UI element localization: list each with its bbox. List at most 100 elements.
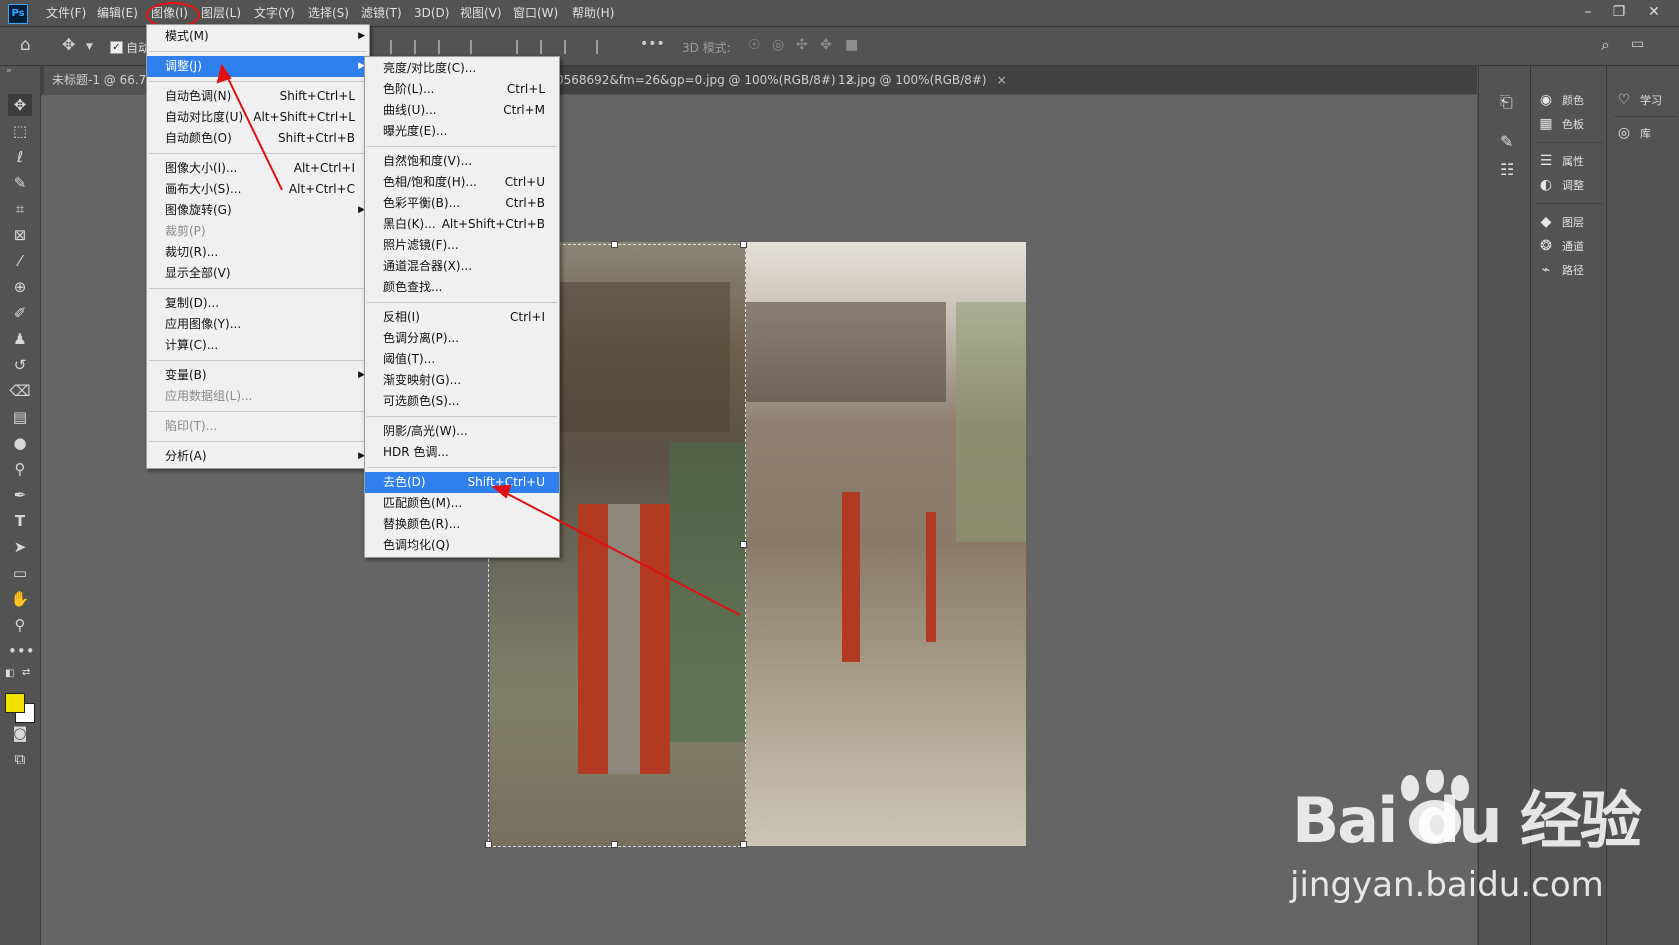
menu-window[interactable]: 窗口(W): [513, 4, 558, 22]
move-tool-icon[interactable]: ✥: [62, 35, 75, 54]
collapse-toolbar-icon[interactable]: »: [6, 66, 12, 76]
menu-item[interactable]: 计算(C)...: [147, 335, 369, 356]
zoom-tool[interactable]: ⚲: [8, 614, 32, 636]
crop-tool[interactable]: ⌗: [8, 198, 32, 220]
camera-3d-icon[interactable]: ■: [845, 37, 858, 53]
pen-tool[interactable]: ✒: [8, 484, 32, 506]
menu-item[interactable]: 替换颜色(R)...: [365, 514, 559, 535]
menu-item[interactable]: HDR 色调...: [365, 442, 559, 463]
menu-item[interactable]: 照片滤镜(F)...: [365, 235, 559, 256]
panel-adjustments[interactable]: ◐ 调整: [1536, 173, 1604, 197]
menu-item[interactable]: 黑白(K)... Alt+Shift+Ctrl+B: [365, 214, 559, 235]
gradient-tool[interactable]: ▤: [8, 406, 32, 428]
align-bottom-icon[interactable]: [564, 40, 580, 54]
panel-channels[interactable]: ❂ 通道: [1536, 234, 1604, 258]
path-select-tool[interactable]: ➤: [8, 536, 32, 558]
menu-item[interactable]: 变量(B) ▶: [147, 365, 369, 386]
menu-item[interactable]: 分析(A) ▶: [147, 446, 369, 467]
blur-tool[interactable]: ●: [8, 432, 32, 454]
more-options-icon[interactable]: •••: [640, 36, 665, 52]
menu-item[interactable]: 画布大小(S)... Alt+Ctrl+C: [147, 179, 369, 200]
menu-item[interactable]: 自动颜色(O) Shift+Ctrl+B: [147, 128, 369, 149]
menu-item[interactable]: 自动色调(N) Shift+Ctrl+L: [147, 86, 369, 107]
panel-properties[interactable]: ☰ 属性: [1536, 149, 1604, 173]
tab-close-icon[interactable]: ×: [997, 73, 1007, 87]
tab-image-1[interactable]: 0568692&fm=26&gp=0.jpg @ 100%(RGB/8#) ×: [548, 66, 864, 94]
menu-select[interactable]: 选择(S): [308, 4, 349, 22]
menu-item[interactable]: 调整(J) ▶: [147, 56, 369, 77]
lasso-tool[interactable]: ℓ: [8, 146, 32, 168]
more-tools-icon[interactable]: •••: [8, 640, 35, 662]
menu-item[interactable]: 反相(I) Ctrl+I: [365, 307, 559, 328]
menu-item[interactable]: 曝光度(E)...: [365, 121, 559, 142]
workspace-icon[interactable]: ▭: [1631, 36, 1644, 52]
panel-color[interactable]: ◉ 颜色: [1536, 88, 1604, 112]
menu-item[interactable]: 模式(M) ▶: [147, 26, 369, 47]
type-tool[interactable]: T: [8, 510, 32, 532]
auto-select-checkbox[interactable]: ✓: [110, 41, 123, 54]
menu-type[interactable]: 文字(Y): [254, 4, 295, 22]
minimize-button[interactable]: –: [1574, 2, 1602, 22]
tab-untitled[interactable]: 未标题-1 @ 66.7: [44, 66, 155, 94]
search-icon[interactable]: ⌕: [1601, 35, 1610, 55]
eyedropper-tool[interactable]: ⁄: [8, 250, 32, 272]
menu-item[interactable]: 图像大小(I)... Alt+Ctrl+I: [147, 158, 369, 179]
frame-tool[interactable]: ⊠: [8, 224, 32, 246]
orbit-3d-icon[interactable]: ☉: [748, 37, 761, 53]
menu-item[interactable]: 阈值(T)...: [365, 349, 559, 370]
swap-colors-icon[interactable]: ⇄: [22, 667, 30, 678]
panel-learn[interactable]: ♡ 学习: [1614, 88, 1678, 112]
menu-3d[interactable]: 3D(D): [414, 4, 449, 22]
distribute-icon[interactable]: [470, 40, 486, 54]
menu-item[interactable]: 色调分离(P)...: [365, 328, 559, 349]
foreground-color-swatch[interactable]: [5, 693, 25, 713]
quick-select-tool[interactable]: ✎: [8, 172, 32, 194]
hand-tool[interactable]: ✋: [8, 588, 32, 610]
menu-item[interactable]: 显示全部(V): [147, 263, 369, 284]
menu-item[interactable]: 去色(D) Shift+Ctrl+U: [365, 472, 559, 493]
align-top-icon[interactable]: [516, 40, 532, 54]
rectangle-tool[interactable]: ▭: [8, 562, 32, 584]
menu-item[interactable]: 颜色查找...: [365, 277, 559, 298]
menu-layer[interactable]: 图层(L): [201, 4, 241, 22]
move-tool[interactable]: ✥: [8, 94, 32, 116]
pan-3d-icon[interactable]: ✣: [796, 37, 808, 53]
roll-3d-icon[interactable]: ◎: [772, 37, 784, 53]
align-middle-icon[interactable]: [540, 40, 556, 54]
align-center-icon[interactable]: [414, 40, 430, 54]
transform-handle[interactable]: [740, 241, 747, 248]
transform-handle[interactable]: [485, 841, 492, 848]
screen-mode-icon[interactable]: ⧉: [8, 748, 32, 770]
menu-view[interactable]: 视图(V): [460, 4, 502, 22]
close-button[interactable]: ✕: [1640, 2, 1668, 22]
clone-stamp-tool[interactable]: ♟: [8, 328, 32, 350]
marquee-tool[interactable]: ⬚: [8, 120, 32, 142]
menu-item[interactable]: 色彩平衡(B)... Ctrl+B: [365, 193, 559, 214]
panel-libraries[interactable]: ◎ 库: [1614, 121, 1678, 145]
eraser-tool[interactable]: ⌫: [8, 380, 32, 402]
menu-item[interactable]: 裁切(R)...: [147, 242, 369, 263]
menu-item[interactable]: 亮度/对比度(C)...: [365, 58, 559, 79]
restore-button[interactable]: ❐: [1605, 2, 1633, 22]
chevron-down-icon[interactable]: ▼: [86, 42, 93, 52]
align-right-icon[interactable]: [438, 40, 454, 54]
menu-item[interactable]: 复制(D)...: [147, 293, 369, 314]
menu-item[interactable]: 自动对比度(U) Alt+Shift+Ctrl+L: [147, 107, 369, 128]
dodge-tool[interactable]: ⚲: [8, 458, 32, 480]
menu-item[interactable]: 可选颜色(S)...: [365, 391, 559, 412]
menu-edit[interactable]: 编辑(E): [97, 4, 138, 22]
menu-item[interactable]: 色阶(L)... Ctrl+L: [365, 79, 559, 100]
distribute-vertical-icon[interactable]: [596, 40, 612, 54]
menu-item[interactable]: 匹配颜色(M)...: [365, 493, 559, 514]
brush-settings-icon[interactable]: ✎: [1500, 132, 1513, 151]
properties-sliders-icon[interactable]: ☷: [1500, 160, 1514, 179]
brush-tool[interactable]: ✐: [8, 302, 32, 324]
healing-brush-tool[interactable]: ⊕: [8, 276, 32, 298]
menu-item[interactable]: 应用图像(Y)...: [147, 314, 369, 335]
history-brush-tool[interactable]: ↺: [8, 354, 32, 376]
menu-item[interactable]: 通道混合器(X)...: [365, 256, 559, 277]
align-left-icon[interactable]: [390, 40, 406, 54]
transform-handle[interactable]: [611, 241, 618, 248]
panel-swatches[interactable]: ▦ 色板: [1536, 112, 1604, 136]
menu-filter[interactable]: 滤镜(T): [361, 4, 402, 22]
